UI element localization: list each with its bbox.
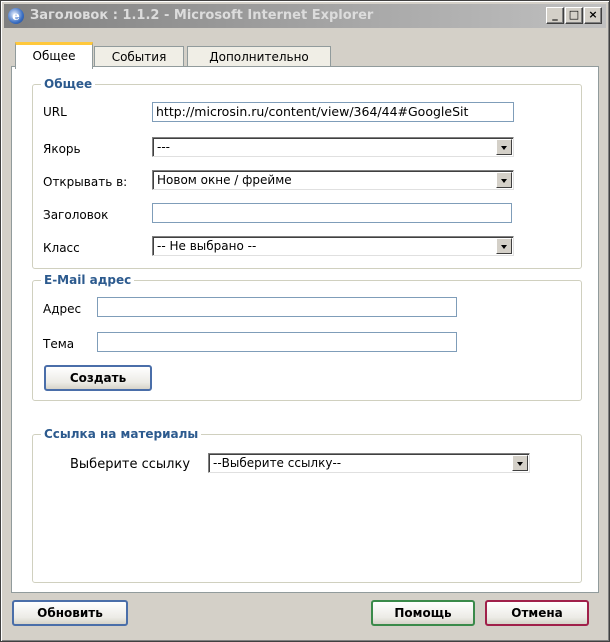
title-bar[interactable]: e Заголовок : 1.1.2 - Microsoft Internet… (4, 4, 606, 28)
window-title: Заголовок : 1.1.2 - Microsoft Internet E… (30, 8, 374, 23)
target-select[interactable]: Новом окне / фрейме (152, 170, 514, 190)
anchor-select[interactable]: --- (152, 137, 514, 157)
subject-input[interactable] (97, 332, 457, 352)
subject-label: Тема (43, 337, 75, 351)
anchor-label: Якорь (43, 142, 81, 156)
materials-legend: Ссылка на материалы (44, 427, 199, 441)
tab-events[interactable]: События (94, 46, 184, 68)
chevron-down-icon[interactable] (512, 455, 528, 471)
update-button[interactable]: Обновить (12, 600, 128, 626)
email-legend: E-Mail адрес (44, 273, 132, 287)
tab-advanced[interactable]: Дополнительно (187, 46, 331, 68)
maximize-button[interactable]: □ (565, 7, 583, 24)
minimize-button[interactable]: _ (546, 7, 564, 24)
url-label: URL (43, 105, 67, 119)
cancel-button[interactable]: Отмена (485, 600, 589, 626)
target-select-value: Новом окне / фрейме (157, 173, 292, 187)
title-input[interactable] (152, 203, 512, 223)
address-label: Адрес (43, 302, 82, 316)
class-select-value: -- Не выбрано -- (157, 239, 257, 253)
class-select[interactable]: -- Не выбрано -- (152, 236, 514, 256)
title-label: Заголовок (43, 208, 109, 222)
chevron-down-icon[interactable] (496, 238, 512, 254)
target-label: Открывать в: (43, 175, 128, 189)
choose-link-label: Выберите ссылку (70, 457, 191, 472)
create-button[interactable]: Создать (44, 365, 152, 391)
chevron-down-icon[interactable] (496, 139, 512, 155)
address-input[interactable] (97, 297, 457, 317)
tab-general[interactable]: Общее (15, 42, 93, 69)
close-button[interactable]: × (584, 7, 602, 24)
dialog-window: e Заголовок : 1.1.2 - Microsoft Internet… (0, 0, 610, 642)
help-button[interactable]: Помощь (371, 600, 475, 626)
ie-logo-icon: e (8, 8, 24, 24)
class-label: Класс (43, 241, 80, 255)
materials-group: Ссылка на материалы (32, 427, 582, 583)
choose-link-select[interactable]: --Выберите ссылку-- (208, 453, 530, 473)
chevron-down-icon[interactable] (496, 172, 512, 188)
anchor-select-value: --- (157, 140, 170, 154)
choose-link-select-value: --Выберите ссылку-- (213, 456, 342, 470)
tab-panel: Общее URL http://microsin.ru/content/vie… (11, 66, 599, 593)
general-legend: Общее (44, 77, 93, 91)
url-input[interactable]: http://microsin.ru/content/view/364/44#G… (152, 102, 514, 122)
